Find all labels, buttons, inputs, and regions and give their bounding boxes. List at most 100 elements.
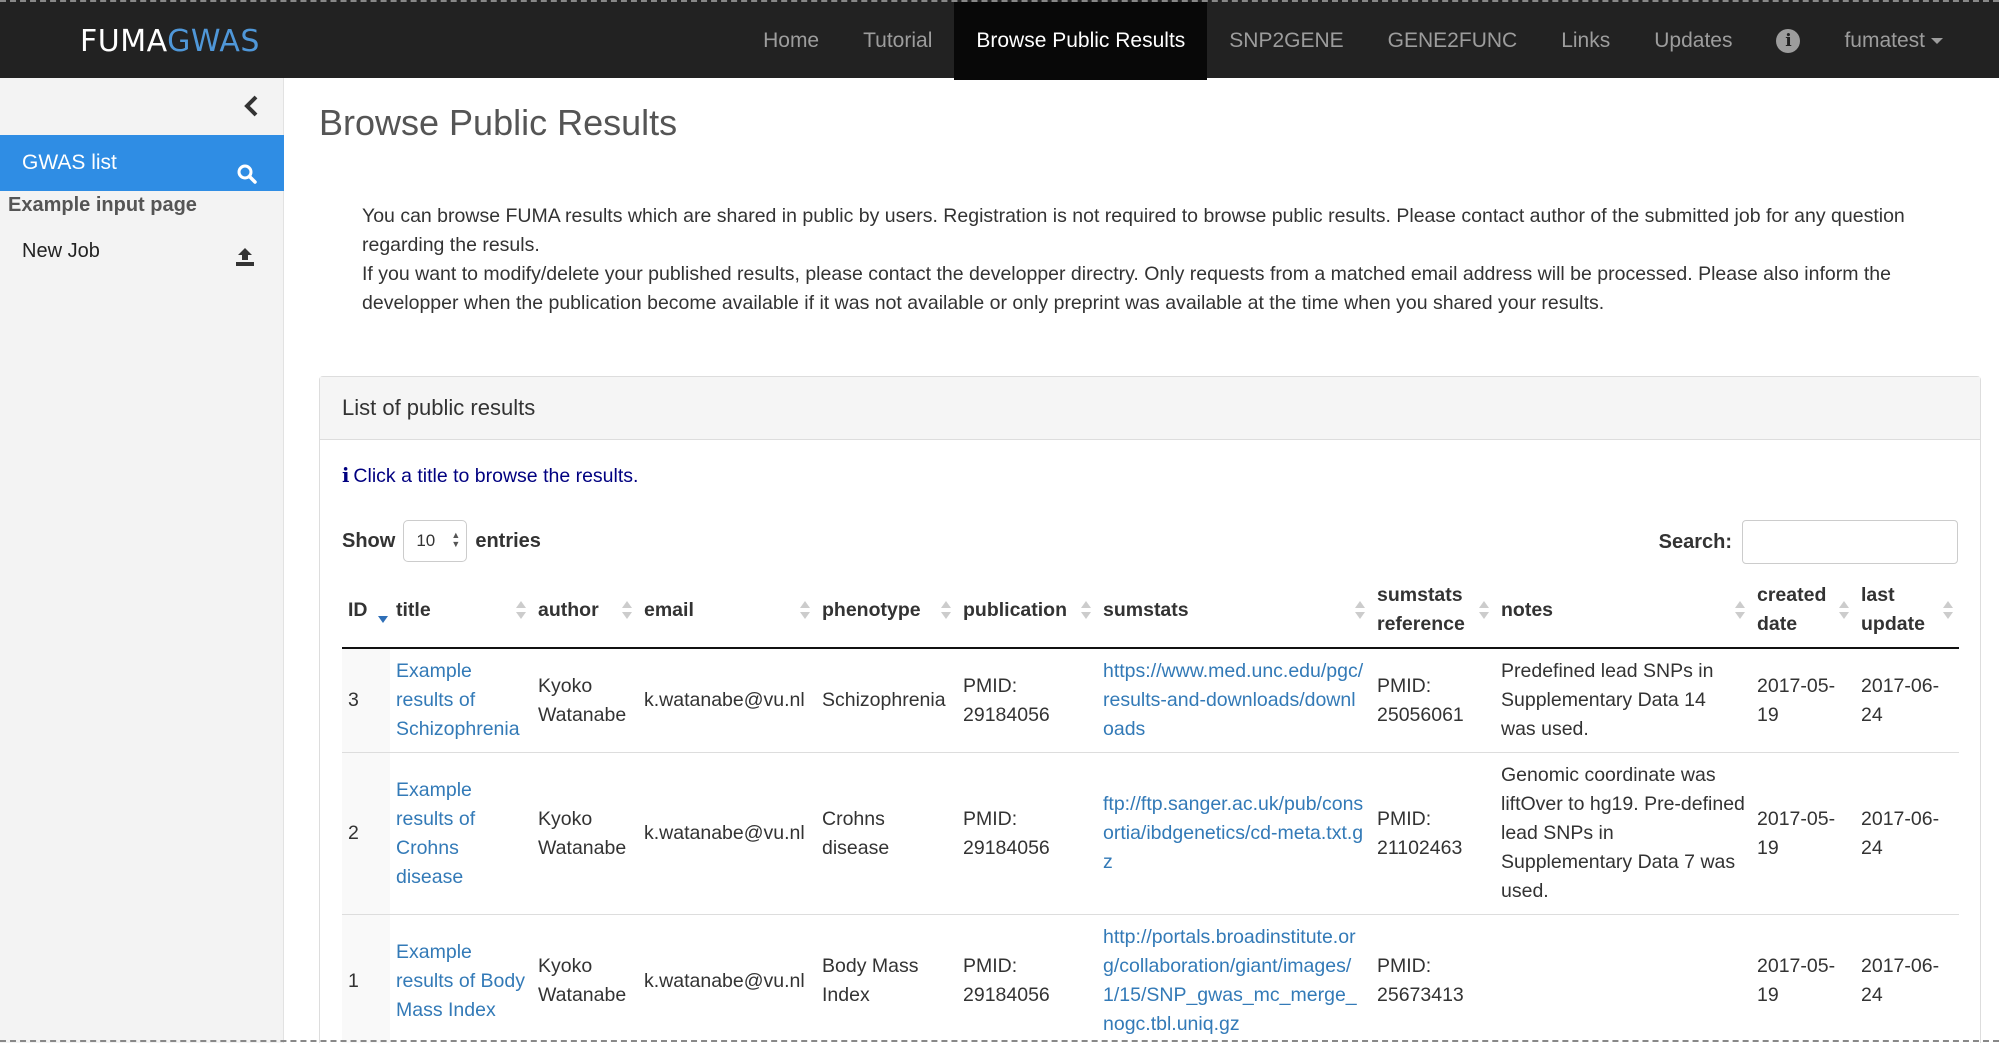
column-header-id[interactable]: ID [342,573,390,649]
table-search: Search: [1659,520,1958,564]
cell-publication: PMID: 29184056 [957,752,1097,915]
hint-text: i Click a title to browse the results. [342,464,639,487]
cell-phenotype: Crohns disease [816,752,957,915]
cell-notes [1495,914,1751,1043]
sort-icon [1081,601,1091,619]
column-header-phenotype[interactable]: phenotype [816,573,957,649]
cell-title: Example results of Body Mass Index [390,914,532,1043]
nav-tutorial[interactable]: Tutorial [841,2,954,80]
results-table: ID title author email phenotype publicat… [342,573,1959,1043]
info-icon: i [1776,29,1801,54]
nav-gene2func[interactable]: GENE2FUNC [1366,2,1540,80]
sidebar-collapse-button[interactable] [240,92,264,120]
search-label: Search: [1658,530,1732,553]
cell-last-update: 2017-06-24 [1855,647,1959,753]
column-header-notes[interactable]: notes [1495,573,1751,649]
sidebar-item-label: New Job [22,240,100,262]
cell-sumstats-reference: PMID: 21102463 [1371,752,1495,915]
sidebar-section-header: Example input page [8,194,197,216]
table-row: 2 Example results of Crohns disease Kyok… [342,752,1959,915]
table-row: 1 Example results of Body Mass Index Kyo… [342,914,1959,1043]
cell-created-date: 2017-05-19 [1751,752,1855,915]
cell-phenotype: Schizophrenia [816,647,957,753]
cell-author: Kyoko Watanabe [532,914,638,1043]
sidebar-item-label: GWAS list [22,151,117,174]
cell-id: 3 [342,647,390,753]
sumstats-link[interactable]: ftp://ftp.sanger.ac.uk/pub/consortia/ibd… [1103,793,1363,873]
cell-phenotype: Body Mass Index [816,914,957,1043]
nav-browse-public-results[interactable]: Browse Public Results [954,2,1208,80]
cell-email: k.watanabe@vu.nl [638,914,816,1043]
cell-author: Kyoko Watanabe [532,752,638,915]
cell-id: 2 [342,752,390,915]
intro-paragraph: You can browse FUMA results which are sh… [362,205,1905,256]
column-header-last-update[interactable]: last update [1855,573,1959,649]
cell-created-date: 2017-05-19 [1751,914,1855,1043]
nav-menu: Home Tutorial Browse Public Results SNP2… [741,2,1999,80]
nav-info[interactable]: i [1754,2,1822,80]
cell-title: Example results of Schizophrenia [390,647,532,753]
sumstats-link[interactable]: http://portals.broadinstitute.org/collab… [1103,926,1357,1035]
cell-email: k.watanabe@vu.nl [638,752,816,915]
title-link[interactable]: Example results of Crohns disease [396,779,475,888]
sort-icon [800,601,810,619]
cell-created-date: 2017-05-19 [1751,647,1855,753]
results-panel: List of public results i Click a title to… [319,376,1981,1043]
top-navbar: FUMAGWAS Home Tutorial Browse Public Res… [0,0,1999,80]
chevron-left-icon [244,95,258,117]
cell-sumstats-reference: PMID: 25056061 [1371,647,1495,753]
sort-icon [1943,601,1953,619]
title-link[interactable]: Example results of Body Mass Index [396,941,525,1021]
entries-select[interactable]: 10 ▲ ▼ [403,520,468,562]
cell-last-update: 2017-06-24 [1855,752,1959,915]
nav-updates[interactable]: Updates [1632,2,1754,80]
column-header-email[interactable]: email [638,573,816,649]
column-header-author[interactable]: author [532,573,638,649]
cell-email: k.watanabe@vu.nl [638,647,816,753]
search-input[interactable] [1742,520,1958,564]
sort-icon [1479,601,1489,619]
sort-icon [1735,601,1745,619]
sort-desc-icon [378,615,388,623]
sort-icon [1355,601,1365,619]
panel-heading: List of public results [320,377,1980,440]
sidebar: GWAS list Example input page New Job [0,78,284,1043]
column-header-title[interactable]: title [390,573,532,649]
column-header-publication[interactable]: publication [957,573,1097,649]
cell-sumstats: ftp://ftp.sanger.ac.uk/pub/consortia/ibd… [1097,752,1371,915]
select-arrows-icon: ▲ ▼ [451,530,461,549]
cell-notes: Predefined lead SNPs in Supplementary Da… [1495,647,1751,753]
cell-author: Kyoko Watanabe [532,647,638,753]
brand-logo[interactable]: FUMAGWAS [80,24,260,59]
intro-text: You can browse FUMA results which are sh… [362,202,1932,318]
nav-home[interactable]: Home [741,2,841,80]
frame-edge [0,1040,1999,1042]
nav-links[interactable]: Links [1539,2,1632,80]
sidebar-item-new-job[interactable]: New Job [0,229,284,273]
info-icon: i [342,464,350,487]
search-icon [236,151,258,207]
cell-id: 1 [342,914,390,1043]
cell-publication: PMID: 29184056 [957,647,1097,753]
cell-sumstats-reference: PMID: 25673413 [1371,914,1495,1043]
cell-notes: Genomic coordinate was liftOver to hg19.… [1495,752,1751,915]
intro-paragraph: If you want to modify/delete your publis… [362,263,1891,314]
entries-length-control: Show 10 ▲ ▼ entries [342,520,541,562]
upload-icon [234,240,256,284]
sidebar-item-gwas-list[interactable]: GWAS list [0,135,284,191]
user-name: fumatest [1844,29,1925,52]
column-header-sumstats[interactable]: sumstats [1097,573,1371,649]
nav-snp2gene[interactable]: SNP2GENE [1207,2,1365,80]
nav-user-menu[interactable]: fumatest [1822,2,1999,80]
sort-icon [516,601,526,619]
sort-icon [1839,601,1849,619]
column-header-sumstats-reference[interactable]: sumstats reference [1371,573,1495,649]
column-header-created-date[interactable]: created date [1751,573,1855,649]
cell-sumstats: http://portals.broadinstitute.org/collab… [1097,914,1371,1043]
sumstats-link[interactable]: https://www.med.unc.edu/pgc/results-and-… [1103,660,1363,740]
table-row: 3 Example results of Schizophrenia Kyoko… [342,647,1959,753]
cell-sumstats: https://www.med.unc.edu/pgc/results-and-… [1097,647,1371,753]
caret-down-icon [1931,38,1943,45]
title-link[interactable]: Example results of Schizophrenia [396,660,520,740]
cell-last-update: 2017-06-24 [1855,914,1959,1043]
